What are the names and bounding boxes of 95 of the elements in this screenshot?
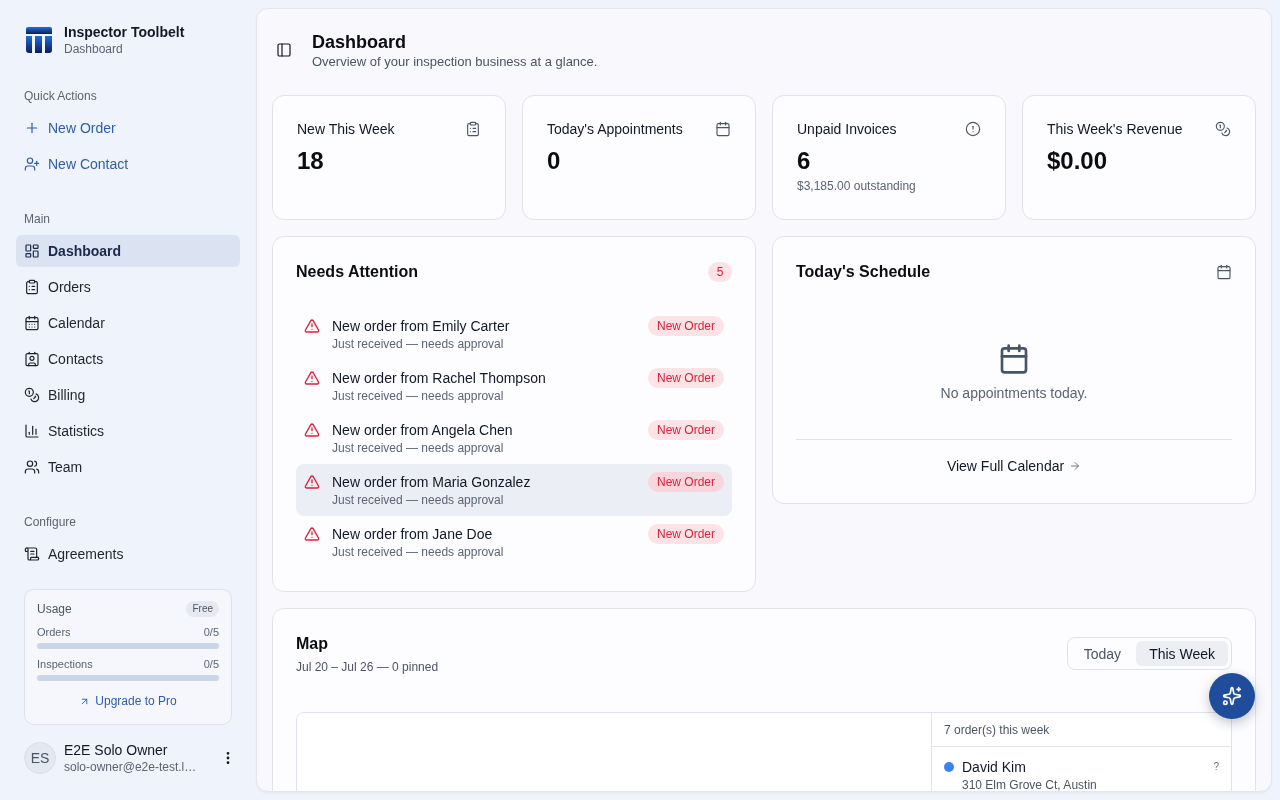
view-calendar-link[interactable]: View Full Calendar bbox=[938, 452, 1090, 480]
warning-icon bbox=[304, 370, 320, 386]
usage-title: Usage bbox=[37, 601, 72, 617]
stat-value: $0.00 bbox=[1047, 146, 1108, 176]
card-title: Map bbox=[296, 634, 329, 654]
user-plus-icon bbox=[24, 156, 40, 172]
section-label: Main bbox=[23, 211, 50, 227]
order-address: 310 Elm Grove Ct, Austin bbox=[962, 777, 1097, 791]
plus-icon bbox=[24, 120, 40, 136]
status-tag: New Order bbox=[648, 368, 724, 388]
user-avatar: ES bbox=[24, 742, 56, 774]
calendar-icon bbox=[998, 343, 1030, 375]
page-subtitle: Overview of your inspection business at a glance. bbox=[312, 54, 598, 70]
attention-subtitle: Just received — needs approval bbox=[332, 440, 504, 456]
logo-icon bbox=[26, 27, 52, 53]
range-tab[interactable]: This Week bbox=[1136, 641, 1228, 666]
attention-title: New order from Emily Carter bbox=[332, 317, 510, 336]
nav-item[interactable]: Calendar bbox=[16, 307, 240, 339]
meter-label: Orders bbox=[37, 625, 71, 639]
stat-value: 18 bbox=[297, 146, 324, 176]
attention-row[interactable]: New order from Emily Carter Just received — needs approval New Order bbox=[296, 308, 732, 360]
meter-label: Inspections bbox=[37, 657, 93, 671]
nav-item[interactable]: Billing bbox=[16, 379, 240, 411]
nav-item[interactable]: Contacts bbox=[16, 343, 240, 375]
stat-value: 0 bbox=[547, 146, 561, 176]
sparkles-icon bbox=[1222, 686, 1242, 706]
order-status: ? bbox=[1213, 760, 1219, 774]
quick-action-link[interactable]: New Order bbox=[16, 112, 240, 144]
attention-subtitle: Just received — needs approval bbox=[332, 492, 504, 508]
status-tag: New Order bbox=[648, 472, 724, 492]
attention-subtitle: Just received — needs approval bbox=[332, 336, 504, 352]
attention-title: New order from Jane Doe bbox=[332, 525, 493, 544]
brand-subtitle: Dashboard bbox=[64, 41, 124, 57]
card-title: Today's Schedule bbox=[796, 262, 931, 282]
status-tag: New Order bbox=[648, 524, 724, 544]
calendar-icon bbox=[1216, 264, 1232, 280]
dashboard-grid-icon bbox=[24, 243, 40, 259]
stat-note: $3,185.00 outstanding bbox=[797, 178, 916, 194]
stat-label: This Week's Revenue bbox=[1047, 120, 1183, 139]
status-tag: New Order bbox=[648, 420, 724, 440]
meter-reading: 0/5 bbox=[203, 657, 219, 671]
scroll-icon bbox=[24, 546, 40, 562]
users-icon bbox=[24, 459, 40, 475]
card-title: Needs Attention bbox=[296, 262, 419, 282]
user-email: solo-owner@e2e-test.l… bbox=[64, 759, 197, 775]
warning-icon bbox=[304, 474, 320, 490]
attention-title: New order from Maria Gonzalez bbox=[332, 473, 531, 492]
section-label: Configure bbox=[23, 514, 77, 530]
warning-icon bbox=[304, 422, 320, 438]
attention-row[interactable]: New order from Jane Doe Just received — needs approval New Order bbox=[296, 516, 732, 568]
attention-subtitle: Just received — needs approval bbox=[332, 544, 504, 560]
upgrade-link[interactable]: Upgrade to Pro bbox=[79, 693, 177, 709]
brand-title: Inspector Toolbelt bbox=[64, 23, 185, 41]
plan-badge: Free bbox=[186, 601, 219, 617]
meter-reading: 0/5 bbox=[203, 625, 219, 639]
order-item[interactable]: David Kim 310 Elm Grove Ct, Austin ? bbox=[932, 747, 1231, 791]
quick-action-link[interactable]: New Contact bbox=[16, 148, 240, 180]
panel-icon bbox=[276, 42, 292, 58]
count-badge: 5 bbox=[708, 262, 732, 282]
coins-icon bbox=[24, 387, 40, 403]
calendar-icon bbox=[24, 315, 40, 331]
stat-label: Unpaid Invoices bbox=[797, 120, 897, 139]
bar-chart-icon bbox=[24, 423, 40, 439]
attention-row[interactable]: New order from Maria Gonzalez Just received — needs approval New Order bbox=[296, 464, 732, 516]
attention-row[interactable]: New order from Rachel Thompson Just received — needs approval New Order bbox=[296, 360, 732, 412]
order-count: 7 order(s) this week bbox=[944, 721, 1050, 738]
arrow-right-icon bbox=[1069, 460, 1082, 472]
stat-value: 6 bbox=[797, 146, 811, 176]
attention-subtitle: Just received — needs approval bbox=[332, 388, 504, 404]
nav-item[interactable]: Dashboard bbox=[16, 235, 240, 267]
page-title: Dashboard bbox=[312, 31, 407, 54]
nav-item[interactable]: Agreements bbox=[16, 538, 240, 570]
section-label: Quick Actions bbox=[23, 88, 97, 104]
attention-title: New order from Rachel Thompson bbox=[332, 369, 546, 388]
order-name: David Kim bbox=[962, 758, 1026, 777]
nav-item[interactable]: Statistics bbox=[16, 415, 240, 447]
map-subtitle: Jul 20 – Jul 26 — 0 pinned bbox=[296, 659, 439, 675]
attention-row[interactable]: New order from Angela Chen Just received — needs approval New Order bbox=[296, 412, 732, 464]
clipboard-icon bbox=[465, 121, 481, 137]
empty-message: No appointments today. bbox=[940, 384, 1088, 403]
clipboard-icon bbox=[24, 279, 40, 295]
status-tag: New Order bbox=[648, 316, 724, 336]
coins-icon bbox=[1215, 121, 1231, 137]
nav-item[interactable]: Team bbox=[16, 451, 240, 483]
warning-icon bbox=[304, 526, 320, 542]
calendar-icon bbox=[715, 121, 731, 137]
stat-label: Today's Appointments bbox=[547, 120, 683, 139]
contact-card-icon bbox=[24, 351, 40, 367]
warning-icon bbox=[304, 318, 320, 334]
stat-label: New This Week bbox=[297, 120, 395, 139]
attention-title: New order from Angela Chen bbox=[332, 421, 513, 440]
exclamation-circle-icon bbox=[965, 121, 981, 137]
user-name: E2E Solo Owner bbox=[64, 741, 169, 759]
range-tab[interactable]: Today bbox=[1070, 641, 1135, 666]
nav-item[interactable]: Orders bbox=[16, 271, 240, 303]
